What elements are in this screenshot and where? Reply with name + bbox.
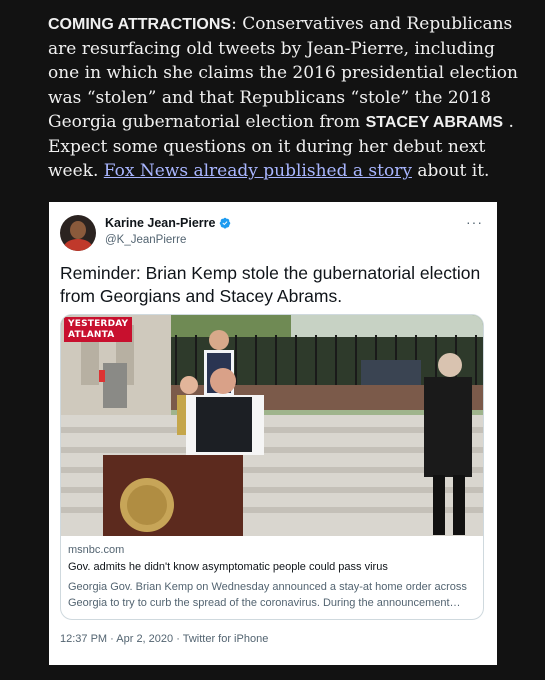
separator-dot: · (107, 633, 117, 645)
link-card[interactable]: YESTERDAY ATLANTA msnbc.com Gov. admits … (60, 314, 484, 620)
card-description: Georgia Gov. Brian Kemp on Wednesday ann… (68, 581, 467, 609)
embedded-tweet[interactable]: Karine Jean-Pierre @K_JeanPierre ··· Rem… (49, 202, 497, 665)
tweet-date[interactable]: Apr 2, 2020 (116, 633, 173, 645)
tweet-time[interactable]: 12:37 PM (60, 633, 107, 645)
author-handle[interactable]: @K_JeanPierre (105, 234, 186, 246)
card-title[interactable]: Gov. admits he didn't know asymptomatic … (68, 561, 388, 573)
tweet-source[interactable]: Twitter for iPhone (183, 633, 269, 645)
card-domain: msnbc.com (68, 544, 125, 556)
author-display-name[interactable]: Karine Jean-Pierre (105, 216, 215, 230)
tweet-text: Reminder: Brian Kemp stole the gubernato… (60, 263, 481, 306)
avatar[interactable] (60, 215, 96, 251)
location-badge: YESTERDAY ATLANTA (64, 317, 133, 342)
name-highlight: STACEY ABRAMS (365, 113, 504, 131)
article-paragraph: COMING ATTRACTIONS: Conservatives and Re… (48, 12, 518, 183)
fox-news-link[interactable]: Fox News already published a story (104, 161, 412, 181)
tweet-metadata: 12:37 PM · Apr 2, 2020 · Twitter for iPh… (60, 633, 268, 645)
badge-line-yesterday: YESTERDAY (68, 319, 129, 329)
section-lead: COMING ATTRACTIONS (48, 16, 232, 33)
article-text-3: about it. (411, 161, 490, 182)
author-name-row[interactable]: Karine Jean-Pierre (105, 216, 231, 230)
verified-badge-icon (220, 217, 231, 229)
news-video-thumbnail[interactable] (61, 315, 483, 536)
more-icon[interactable]: ··· (466, 214, 483, 230)
badge-line-atlanta: ATLANTA (68, 329, 115, 340)
separator-dot: · (173, 633, 183, 645)
